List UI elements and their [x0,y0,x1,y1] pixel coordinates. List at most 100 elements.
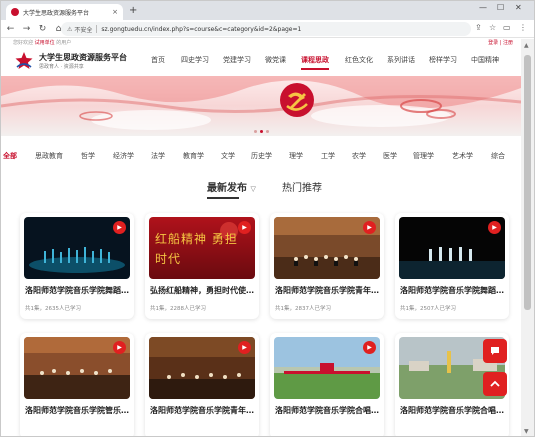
category-comprehensive[interactable]: 综合 [491,151,505,161]
nav-item-course-ideology[interactable]: 课程思政 [301,55,329,70]
menu-icon[interactable]: ⋮ [519,23,527,32]
category-economics[interactable]: 经济学 [113,151,134,161]
scroll-up-icon[interactable]: ▲ [524,42,529,49]
site-logo-icon[interactable] [15,51,33,71]
course-meta: 共1集，2837人已学习 [275,306,331,312]
scroll-down-icon[interactable]: ▼ [524,428,529,435]
play-icon[interactable]: ▶ [238,341,251,354]
category-ideology[interactable]: 思政教育 [35,151,63,161]
category-history[interactable]: 历史学 [251,151,272,161]
category-all[interactable]: 全部 [3,151,17,161]
reload-icon[interactable]: ↻ [36,24,49,34]
tab-latest[interactable]: 最新发布 ▽ [207,179,256,194]
category-science[interactable]: 理学 [289,151,303,161]
category-medicine[interactable]: 医学 [383,151,397,161]
course-card[interactable]: ▶ 洛阳师范学院音乐学院青年... 共1集，2837人已学习 [270,213,384,319]
tab-underline [207,197,239,199]
course-thumbnail[interactable]: ▶ [24,337,130,399]
back-icon[interactable]: ← [4,24,17,34]
course-title[interactable]: 洛阳师范学院音乐学院管乐... [25,405,129,416]
back-to-top-icon[interactable] [483,372,507,396]
chat-icon[interactable] [483,339,507,363]
tab-hot[interactable]: 热门推荐 [282,179,322,194]
course-title[interactable]: 洛阳师范学院音乐学院舞蹈... [25,285,129,296]
welcome-prefix: 您好欢迎 [13,40,34,46]
course-card[interactable]: ▶ 洛阳师范学院音乐学院青年... [145,333,259,436]
trial-unit-link[interactable]: 试用单位 [35,40,55,46]
share-icon[interactable]: ⇪ [475,23,482,32]
category-management[interactable]: 管理学 [413,151,434,161]
tab-latest-label: 最新发布 [207,183,247,194]
course-card[interactable]: ▶ 洛阳师范学院音乐学院舞蹈... 共1集，2507人已学习 [395,213,509,319]
hero-banner[interactable] [1,76,521,136]
close-window-icon[interactable]: ✕ [515,3,522,12]
site-title: 大学生思政资源服务平台 [39,53,127,62]
login-register-link[interactable]: 登录 | 注册 [488,39,513,46]
course-title[interactable]: 弘扬红船精神，勇担时代使... [150,285,254,296]
site-header: 大学生思政资源服务平台 思政育人 · 资源共享 首页 四史学习 党建学习 微党课… [1,47,521,77]
course-title[interactable]: 洛阳师范学院音乐学院合唱... [275,405,379,416]
course-thumbnail[interactable]: ▶ [274,217,380,279]
course-title[interactable]: 洛阳师范学院音乐学院合唱... [400,405,504,416]
nav-item-red-culture[interactable]: 红色文化 [345,55,373,65]
sidebar-icon[interactable]: ▭ [503,23,511,32]
bookmark-star-icon[interactable]: ☆ [489,23,496,32]
play-icon[interactable]: ▶ [363,221,376,234]
course-thumbnail[interactable]: ▶ [399,217,505,279]
banner-dot[interactable] [254,130,257,133]
category-arts[interactable]: 艺术学 [452,151,473,161]
category-filter-bar: 全部 思政教育 哲学 经济学 法学 教育学 文学 历史学 理学 工学 农学 医学… [1,151,521,165]
tab-close-icon[interactable]: × [112,8,118,16]
course-title[interactable]: 洛阳师范学院音乐学院青年... [150,405,254,416]
course-thumbnail[interactable]: 红船精神 勇担时代 ▶ [149,217,255,279]
category-engineering[interactable]: 工学 [321,151,335,161]
play-icon[interactable]: ▶ [488,221,501,234]
address-bar[interactable]: ⚠ 不安全 sz.gongtuedu.cn/index.php?s=course… [61,22,471,36]
scrollbar-thumb[interactable] [524,55,531,310]
category-philosophy[interactable]: 哲学 [81,151,95,161]
new-tab-button[interactable]: + [129,4,137,18]
course-card[interactable]: ▶ 洛阳师范学院音乐学院舞蹈... 共1集，2635人已学习 [20,213,134,319]
category-agriculture[interactable]: 农学 [352,151,366,161]
course-title[interactable]: 洛阳师范学院音乐学院青年... [275,285,379,296]
play-icon[interactable]: ▶ [238,221,251,234]
banner-dot-active[interactable] [260,130,263,133]
course-title[interactable]: 洛阳师范学院音乐学院舞蹈... [400,285,504,296]
nav-item-party-building[interactable]: 党建学习 [223,55,251,65]
play-icon[interactable]: ▶ [113,341,126,354]
nav-item-speeches[interactable]: 系列讲话 [387,55,415,65]
welcome-suffix: 的用户 [56,40,72,46]
course-card[interactable]: 红船精神 勇担时代 ▶ 弘扬红船精神，勇担时代使... 共1集，2288人已学习 [145,213,259,319]
course-thumbnail[interactable]: ▶ [24,217,130,279]
tab-strip: 大学生思政资源服务平台 × + — ☐ ✕ [1,1,534,20]
banner-dot[interactable] [266,130,269,133]
course-card[interactable]: ▶ 洛阳师范学院音乐学院管乐... [20,333,134,436]
url-text[interactable]: sz.gongtuedu.cn/index.php?s=course&c=cat… [101,26,301,33]
page-scrollbar[interactable]: ▲ ▼ [521,39,534,436]
minimize-icon[interactable]: — [479,3,487,12]
site-favicon-icon [11,8,19,16]
maximize-icon[interactable]: ☐ [497,3,504,12]
security-label: 不安全 [74,26,93,34]
play-icon[interactable]: ▶ [363,341,376,354]
forward-icon[interactable]: → [20,24,33,34]
nav-item-four-history[interactable]: 四史学习 [181,55,209,65]
category-law[interactable]: 法学 [151,151,165,161]
nav-item-micro-lesson[interactable]: 微党课 [265,55,286,65]
category-literature[interactable]: 文学 [221,151,235,161]
page-content: 您好欢迎 试用单位 的用户 登录 | 注册 大学生思政资源服务平台 思政育人 ·… [1,39,521,436]
browser-tab[interactable]: 大学生思政资源服务平台 × [6,4,123,20]
nav-item-china-spirit[interactable]: 中国精神 [471,55,499,65]
course-meta: 共1集，2288人已学习 [150,306,206,312]
course-thumbnail[interactable]: ▶ [149,337,255,399]
nav-item-role-models[interactable]: 榜样学习 [429,55,457,65]
nav-item-home[interactable]: 首页 [151,55,165,65]
course-meta: 共1集，2507人已学习 [400,306,456,312]
category-education[interactable]: 教育学 [183,151,204,161]
browser-window: 大学生思政资源服务平台 × + — ☐ ✕ ← → ↻ ⌂ ⚠ 不安全 sz.g… [0,0,535,437]
course-card[interactable]: ▶ 洛阳师范学院音乐学院合唱... [270,333,384,436]
banner-calligraphy: 红船精神 勇担时代 [155,232,238,266]
course-thumbnail[interactable]: ▶ [274,337,380,399]
play-icon[interactable]: ▶ [113,221,126,234]
browser-toolbar: ← → ↻ ⌂ ⚠ 不安全 sz.gongtuedu.cn/index.php?… [1,20,534,38]
